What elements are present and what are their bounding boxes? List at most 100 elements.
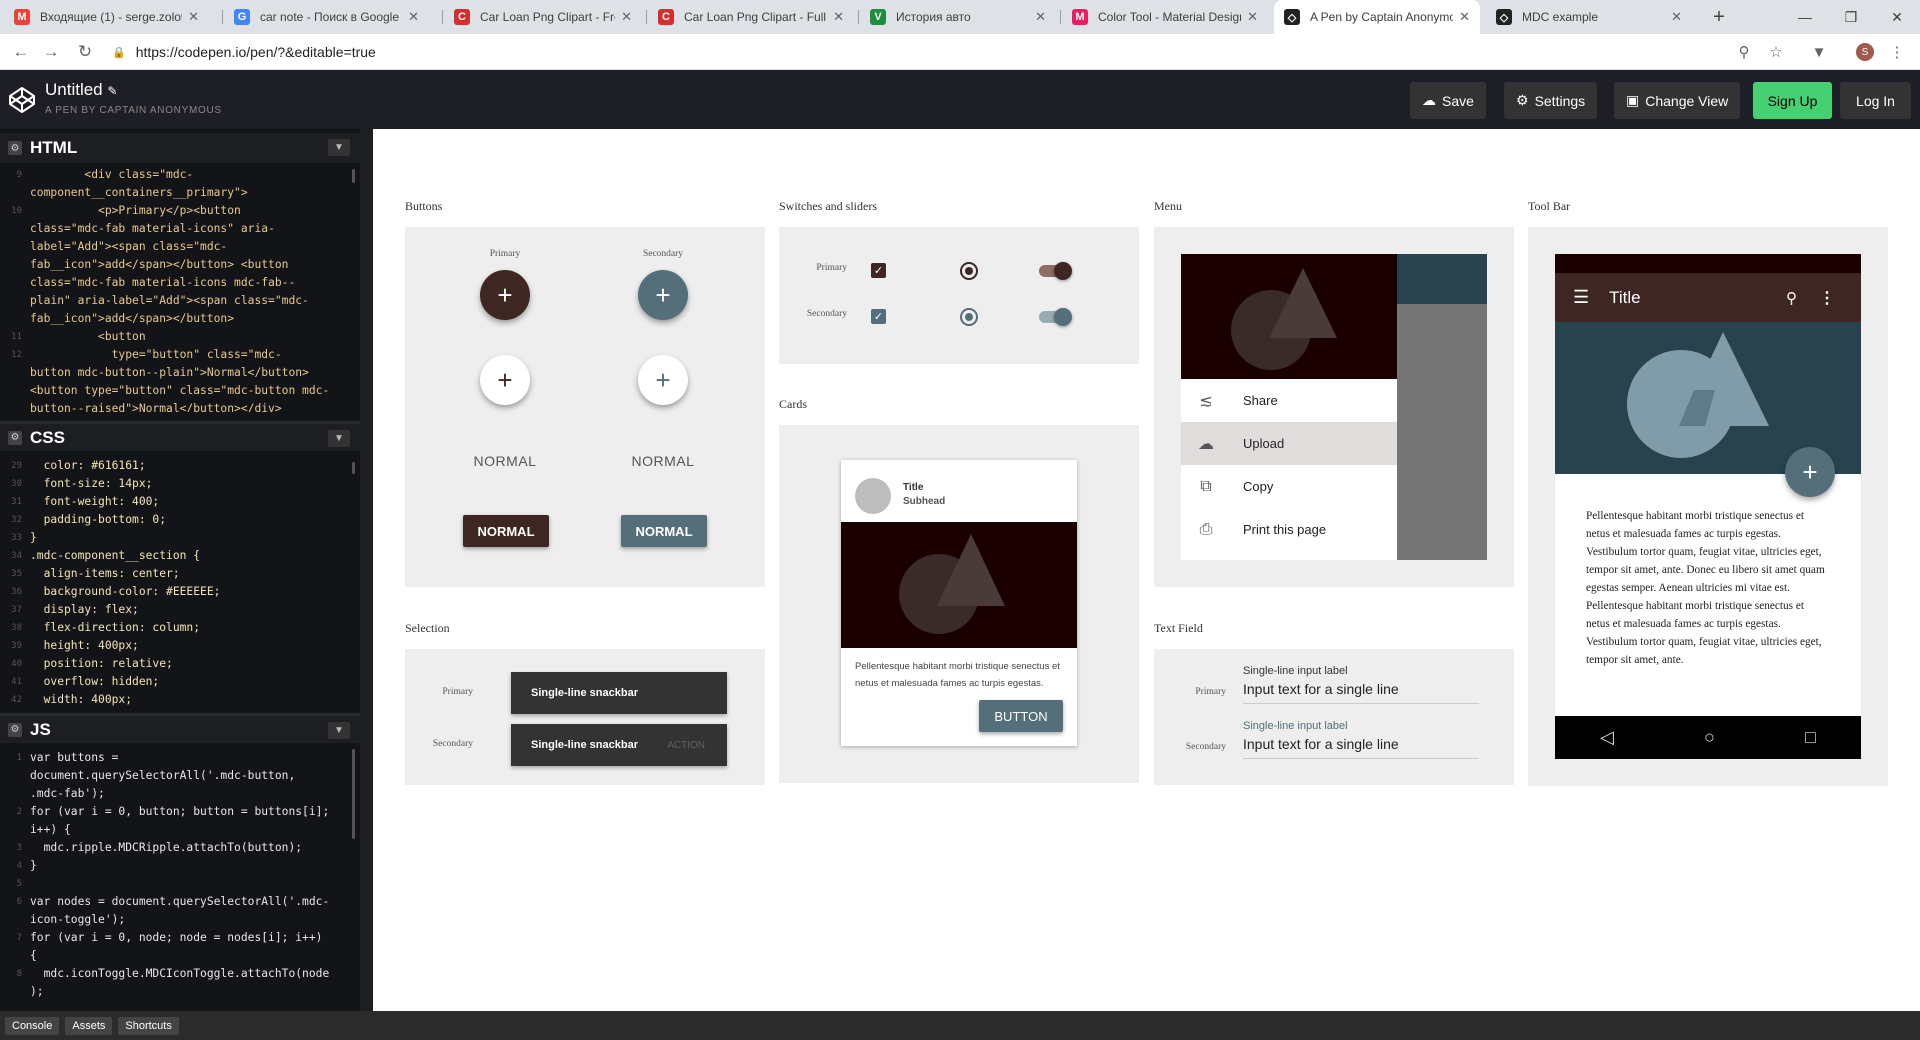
- browser-tab[interactable]: M Color Tool - Material Design ✕: [1062, 0, 1268, 34]
- menu-item-upload[interactable]: ☁ Upload: [1181, 422, 1397, 465]
- browser-tab[interactable]: C Car Loan Png Clipart - Full S ✕: [648, 0, 854, 34]
- browser-tab[interactable]: ◇ MDC example ✕: [1486, 0, 1692, 34]
- tab-close-icon[interactable]: ✕: [1035, 9, 1046, 25]
- bottom-bar: Console Assets Shortcuts: [0, 1011, 1920, 1040]
- codepen-logo-icon[interactable]: [8, 86, 36, 114]
- secondary-plain-button[interactable]: NORMAL: [623, 453, 703, 469]
- browser-tab[interactable]: ◇ A Pen by Captain Anonymou ✕: [1274, 0, 1480, 34]
- tab-close-icon[interactable]: ✕: [188, 9, 199, 25]
- primary-checkbox[interactable]: ✓: [871, 263, 886, 278]
- save-button[interactable]: ☁ Save: [1410, 82, 1486, 119]
- code-line: class="mdc-fab material-icons mdc-fab--: [30, 276, 296, 289]
- css-scrollbar[interactable]: [352, 462, 355, 474]
- extension-icon[interactable]: ▼: [1808, 41, 1830, 63]
- menu-item-copy[interactable]: ⧉ Copy: [1181, 465, 1397, 508]
- tab-favicon-icon: G: [234, 9, 250, 25]
- address-bar[interactable]: 🔒 https://codepen.io/pen/?&editable=true: [106, 38, 1786, 66]
- secondary-checkbox[interactable]: ✓: [871, 309, 886, 324]
- menu-item-share[interactable]: ≲ Share: [1181, 379, 1397, 422]
- css-code-editor[interactable]: 29 color: #616161; 30 font-size: 14px; 31 …: [0, 453, 360, 710]
- maximize-button[interactable]: ❐: [1828, 0, 1874, 34]
- nav-home-icon[interactable]: ○: [1704, 727, 1715, 748]
- secondary-fab-add-button[interactable]: +: [638, 270, 688, 320]
- tab-close-icon[interactable]: ✕: [833, 9, 844, 25]
- profile-avatar[interactable]: S: [1856, 43, 1874, 61]
- css-panel-header[interactable]: ⚙ CSS ▼: [0, 421, 360, 451]
- primary-fab-plain-button[interactable]: +: [480, 355, 530, 405]
- secondary-raised-button[interactable]: NORMAL: [621, 515, 707, 547]
- chevron-down-icon[interactable]: ▼: [328, 722, 350, 739]
- bookmark-star-icon[interactable]: ☆: [1765, 41, 1787, 63]
- new-tab-button[interactable]: +: [1706, 4, 1732, 30]
- tab-close-icon[interactable]: ✕: [621, 9, 632, 25]
- search-icon[interactable]: ⚲: [1786, 289, 1797, 307]
- browser-tab[interactable]: V История авто ✕: [860, 0, 1056, 34]
- primary-radio[interactable]: [960, 262, 978, 280]
- change-view-button[interactable]: ▣ Change View: [1614, 82, 1741, 119]
- primary-text-field[interactable]: Single-line input label Input text for a…: [1243, 665, 1479, 709]
- code-line: 3 mdc.ripple.MDCRipple.attachTo(button);: [16, 841, 303, 854]
- preview-pane: Buttons Primary Secondary + + + + NORMAL…: [373, 129, 1920, 1011]
- assets-button[interactable]: Assets: [65, 1016, 113, 1035]
- js-code-editor[interactable]: 1 var buttons = document.querySelectorAll(…: [0, 749, 360, 1009]
- card: Title Subhead Pellentesque habitant morb…: [841, 460, 1077, 746]
- console-button[interactable]: Console: [5, 1016, 60, 1035]
- signup-button[interactable]: Sign Up: [1753, 82, 1832, 119]
- edit-pencil-icon[interactable]: ✎: [107, 84, 117, 98]
- tab-title: История авто: [896, 10, 971, 24]
- tab-close-icon[interactable]: ✕: [1459, 9, 1470, 25]
- back-icon[interactable]: ←: [10, 41, 32, 63]
- primary-raised-button[interactable]: NORMAL: [463, 515, 549, 547]
- zoom-icon[interactable]: ⚲: [1733, 41, 1755, 63]
- browser-tab[interactable]: C Car Loan Png Clipart - Free ✕: [444, 0, 642, 34]
- code-line: label="Add"><span class="mdc-: [30, 240, 228, 253]
- nav-recents-icon[interactable]: □: [1805, 727, 1816, 748]
- settings-button[interactable]: ⚙ Settings: [1504, 82, 1598, 119]
- phone-mockup: ☰ Title ⚲ ⋮ + Pellentesque habitant morb…: [1555, 254, 1861, 759]
- snackbar-action-button[interactable]: ACTION: [667, 740, 705, 751]
- secondary-switch[interactable]: [1039, 307, 1075, 327]
- html-panel-header[interactable]: ⚙ HTML ▼: [0, 133, 360, 163]
- tab-close-icon[interactable]: ✕: [408, 9, 419, 25]
- secondary-fab-plain-button[interactable]: +: [638, 355, 688, 405]
- tab-separator: [1060, 10, 1061, 24]
- card-action-button[interactable]: BUTTON: [979, 700, 1063, 732]
- js-scrollbar[interactable]: [352, 749, 355, 839]
- css-settings-gear-icon[interactable]: ⚙: [8, 430, 22, 445]
- toolbar-fab-add-button[interactable]: +: [1785, 447, 1835, 497]
- nav-back-icon[interactable]: ◁: [1600, 727, 1614, 748]
- browser-menu-icon[interactable]: ⋮: [1886, 41, 1908, 63]
- close-window-button[interactable]: ✕: [1874, 0, 1920, 34]
- card-media-image: [841, 522, 1077, 648]
- minimize-button[interactable]: —: [1782, 0, 1828, 34]
- tab-close-icon[interactable]: ✕: [1247, 9, 1258, 25]
- primary-fab-add-button[interactable]: +: [480, 270, 530, 320]
- html-code-editor[interactable]: 9 <div class="mdc-component__containers_…: [0, 166, 360, 412]
- secondary-text-field[interactable]: Single-line input label Input text for a…: [1243, 720, 1479, 764]
- code-line: 35 align-items: center;: [11, 567, 180, 580]
- js-settings-gear-icon[interactable]: ⚙: [8, 722, 22, 737]
- tab-title: Car Loan Png Clipart - Full S: [684, 10, 828, 24]
- menu-item-print[interactable]: ⎙ Print this page: [1181, 508, 1397, 551]
- secondary-radio[interactable]: [960, 308, 978, 326]
- shortcuts-button[interactable]: Shortcuts: [118, 1016, 179, 1035]
- chevron-down-icon[interactable]: ▼: [328, 139, 350, 156]
- pen-title[interactable]: Untitled ✎: [45, 80, 117, 100]
- html-settings-gear-icon[interactable]: ⚙: [8, 141, 22, 155]
- forward-icon[interactable]: →: [40, 41, 62, 63]
- browser-tab[interactable]: Gcar note - Поиск в Google ✕: [224, 0, 429, 34]
- browser-tab[interactable]: M Входящие (1) - serge.zolotu ✕: [4, 0, 209, 34]
- reload-icon[interactable]: ↻: [74, 41, 96, 63]
- primary-plain-button[interactable]: NORMAL: [465, 453, 545, 469]
- login-button[interactable]: Log In: [1840, 82, 1911, 119]
- code-line: 6 var nodes = document.querySelectorAll('…: [16, 895, 330, 908]
- add-icon: +: [497, 279, 513, 310]
- js-panel-header[interactable]: ⚙ JS ▼: [0, 713, 360, 743]
- code-line: button mdc-button--plain">Normal</button…: [30, 366, 309, 379]
- tab-close-icon[interactable]: ✕: [1671, 9, 1682, 25]
- more-vert-icon[interactable]: ⋮: [1819, 288, 1835, 308]
- html-scrollbar[interactable]: [352, 169, 355, 183]
- primary-switch[interactable]: [1039, 261, 1075, 281]
- chevron-down-icon[interactable]: ▼: [328, 430, 350, 447]
- hamburger-menu-icon[interactable]: ☰: [1573, 287, 1589, 308]
